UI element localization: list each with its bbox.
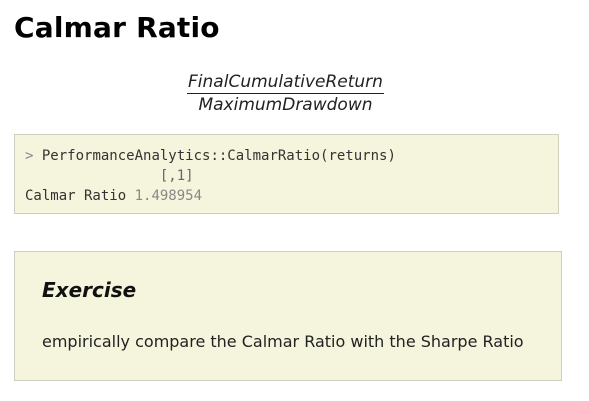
page-title: Calmar Ratio	[14, 11, 220, 44]
code-command: PerformanceAnalytics::CalmarRatio(return…	[41, 148, 396, 164]
exercise-title: Exercise	[42, 278, 137, 302]
exercise-text: empirically compare the Calmar Ratio wit…	[42, 332, 524, 351]
formula-denominator: MaximumDrawdown	[198, 95, 373, 115]
code-block: > PerformanceAnalytics::CalmarRatio(retu…	[14, 134, 559, 214]
output-row-label: Calmar Ratio	[25, 188, 127, 204]
output-column-header: [,1]	[159, 168, 194, 184]
console-prompt: >	[25, 148, 34, 164]
calmar-formula: FinalCumulativeReturn MaximumDrawdown	[0, 72, 571, 115]
formula-fraction: FinalCumulativeReturn MaximumDrawdown	[187, 72, 384, 115]
code-input-line: > PerformanceAnalytics::CalmarRatio(retu…	[25, 146, 548, 166]
formula-numerator: FinalCumulativeReturn	[187, 72, 384, 94]
output-row-value: 1.498954	[134, 188, 203, 204]
exercise-callout: Exercise empirically compare the Calmar …	[14, 251, 562, 381]
code-output-row: Calmar Ratio 1.498954	[25, 186, 548, 206]
code-output-header: [,1]	[25, 166, 548, 186]
